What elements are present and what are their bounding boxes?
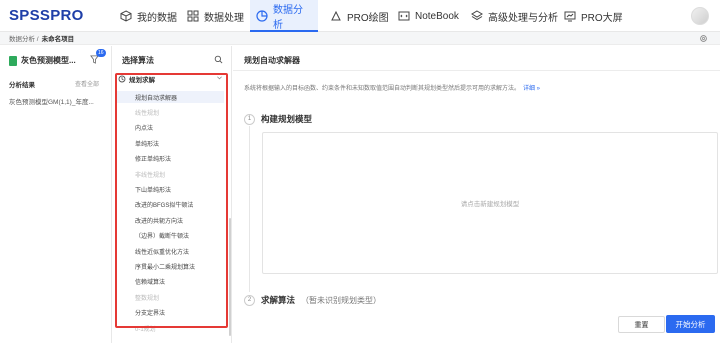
breadcrumb-root[interactable]: 数据分析 / (9, 33, 39, 43)
algorithm-item[interactable]: 下山单纯形法 (117, 183, 224, 195)
step-title: 构建规划模型 (261, 114, 313, 124)
algorithm-item[interactable]: 改进的BFGS拟牛顿法 (117, 199, 224, 211)
algorithm-panel-title: 选择算法 (122, 56, 154, 65)
step-build-model: 1 构建规划模型 (244, 113, 312, 125)
results-title: 分析结果 (9, 82, 35, 89)
algorithm-category: 线性规划 (135, 110, 160, 117)
code-icon (398, 10, 410, 22)
algorithm-item[interactable]: 规划自动求解器 (117, 91, 224, 103)
description: 系统将根据输入的目标函数、约束条件和未知数取值范围自动判断其规划类型然后提示可用… (244, 83, 540, 92)
algorithm-item[interactable]: 改进的共轭方向法 (117, 214, 224, 226)
nav-my-data[interactable]: 我的数据 (114, 0, 183, 32)
result-item[interactable]: 灰色预测模型GM(1,1)_年度... (9, 96, 109, 106)
description-text: 系统将根据输入的目标函数、约束条件和未知数取值范围自动判断其规划类型然后提示可用… (244, 86, 521, 92)
top-nav: SPSSPRO 我的数据 数据处理 数据分析 PRO绘图 NoteBook 高级… (0, 0, 720, 32)
left-panel: 灰色预测模型... 16 分析结果 查看全部 灰色预测模型GM(1,1)_年度.… (0, 46, 112, 343)
count-badge: 16 (96, 49, 106, 57)
reset-button[interactable]: 重置 (618, 316, 665, 333)
algorithm-item[interactable]: 信赖域算法 (117, 276, 224, 288)
monitor-icon (564, 10, 576, 22)
step-connector (249, 126, 250, 292)
pie-chart-icon (256, 10, 268, 22)
start-analysis-button[interactable]: 开始分析 (666, 315, 715, 333)
layers-icon (471, 10, 483, 22)
step-subtitle: （暂未识别规划类型） (301, 295, 382, 305)
sheet-icon (9, 55, 17, 66)
new-model-hint: 请点击新建规划模型 (460, 201, 520, 208)
algorithm-panel: 选择算法 规划求解 规划自动求解器线性规划内点法单纯形法修正单纯形法非线性规划下… (113, 46, 232, 343)
algorithm-category: 0-1规划 (135, 326, 156, 333)
nav-data-processing[interactable]: 数据处理 (181, 0, 250, 32)
algorithm-item[interactable]: 线性近似重优化方法 (117, 245, 224, 257)
algorithm-category: 整数规划 (135, 295, 160, 302)
algorithm-item[interactable]: （边界）截断牛顿法 (117, 230, 224, 242)
nav-notebook[interactable]: NoteBook (392, 0, 465, 32)
new-model-area[interactable]: 请点击新建规划模型 (262, 132, 718, 274)
divider (233, 70, 720, 71)
nav-pro-dashboard[interactable]: PRO大屏 (558, 0, 629, 32)
algorithm-group-label: 规划求解 (129, 77, 155, 84)
algorithm-group-header[interactable]: 规划求解 (118, 74, 155, 84)
step-solve-algorithm: 2 求解算法 （暂未识别规划类型） (244, 294, 381, 306)
model-title-text: 灰色预测模型... (21, 56, 76, 65)
chevron-down-icon[interactable] (217, 76, 222, 80)
breadcrumb-current: 未命名项目 (41, 36, 75, 43)
algorithm-category: 非线性规划 (135, 172, 166, 179)
nav-label: NoteBook (415, 10, 459, 22)
shape-icon (330, 10, 342, 22)
nav-pro-plot[interactable]: PRO绘图 (324, 0, 395, 32)
algorithm-item[interactable]: 内点法 (117, 122, 224, 134)
nav-label: 我的数据 (137, 12, 177, 24)
nav-label: 数据分析 (273, 5, 303, 31)
step-title: 求解算法 (261, 295, 296, 305)
nav-advanced[interactable]: 高级处理与分析 (465, 0, 564, 32)
breadcrumb: 数据分析 / 未命名项目 (0, 32, 720, 45)
algorithm-item[interactable]: 序贯最小二乘规划算法 (117, 260, 224, 272)
nav-data-analysis[interactable]: 数据分析 (250, 0, 318, 32)
nav-label: 高级处理与分析 (488, 12, 558, 24)
view-all-link[interactable]: 查看全部 (75, 79, 99, 88)
app-logo[interactable]: SPSSPRO (9, 7, 84, 24)
cube-icon (120, 10, 132, 22)
algorithm-item[interactable]: 修正单纯形法 (117, 153, 224, 165)
solver-icon (118, 75, 126, 83)
gear-icon[interactable] (699, 34, 708, 43)
avatar[interactable] (691, 7, 709, 25)
model-title[interactable]: 灰色预测模型... (9, 55, 76, 66)
algorithm-item[interactable]: 单纯形法 (117, 137, 224, 149)
nav-label: 数据处理 (204, 12, 244, 24)
nav-label: PRO大屏 (581, 12, 623, 24)
grid-icon (187, 10, 199, 22)
step-number: 1 (244, 113, 255, 125)
step-number: 2 (244, 294, 255, 306)
search-icon[interactable] (214, 55, 223, 64)
nav-label: PRO绘图 (347, 12, 389, 24)
scrollbar[interactable] (229, 218, 231, 336)
page-title: 规划自动求解器 (244, 56, 300, 65)
detail-link[interactable]: 详细 » (523, 86, 540, 92)
algorithm-item[interactable]: 分支定界法 (117, 307, 224, 319)
main-content: 规划自动求解器 系统将根据输入的目标函数、约束条件和未知数取值范围自动判断其规划… (233, 46, 720, 343)
